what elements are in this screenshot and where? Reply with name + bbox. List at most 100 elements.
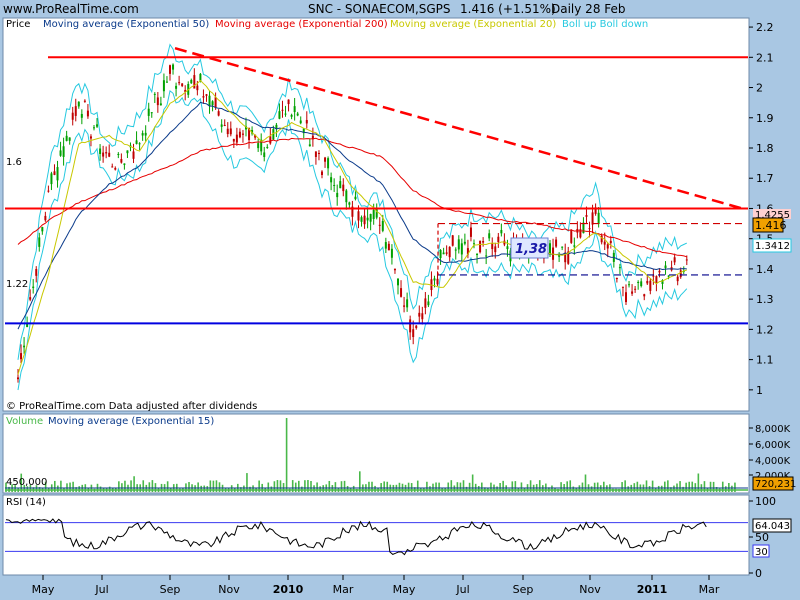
price-candle-body [673, 257, 676, 263]
price-candle-body [460, 243, 463, 255]
price-candle-body [305, 119, 308, 124]
price-candle-body [451, 235, 454, 246]
svg-text:64.043: 64.043 [755, 521, 790, 532]
price-candle-body [397, 278, 399, 286]
time-tick-label: Nov [579, 583, 601, 596]
price-candle-body [29, 297, 32, 300]
price-candle-body [241, 133, 244, 135]
price-candle-body [162, 80, 165, 92]
price-candle-body [102, 152, 105, 157]
price-candle-body [208, 95, 211, 106]
price-candle-body [238, 131, 241, 138]
last-price-change: 1.416 (+1.51%) [460, 2, 556, 16]
price-candle-body [348, 202, 351, 205]
price-candle-body [71, 112, 74, 120]
price-candle-body [44, 215, 47, 221]
price-tick-label: 1.8 [756, 142, 774, 155]
price-candle-body [637, 281, 640, 283]
price-candle-body [363, 215, 366, 225]
price-candle-body [138, 143, 141, 145]
price-candle-body [150, 112, 153, 114]
price-tick-label: 1.9 [756, 112, 774, 125]
price-candle-body [68, 137, 71, 141]
price-candle-body [482, 241, 485, 243]
price-candle-body [93, 127, 95, 129]
price-candle-body [360, 217, 363, 222]
price-candle-body [494, 246, 497, 253]
price-candle-body [628, 284, 631, 286]
price-candle-body [640, 281, 643, 287]
price-candle-body [257, 143, 260, 149]
svg-text:Moving average (Exponential 15: Moving average (Exponential 15) [48, 416, 214, 427]
price-candle-body [393, 268, 396, 271]
price-candle-body [169, 65, 171, 74]
price-candle-body [658, 270, 661, 273]
support-label: 1.22 [6, 279, 28, 290]
price-candle-body [488, 233, 491, 239]
price-candle-body [293, 106, 296, 113]
price-candle-body [345, 190, 348, 203]
price-candle-body [266, 146, 269, 148]
price-candle-body [357, 211, 360, 221]
price-candle-body [421, 313, 424, 320]
svg-text:Boll middle (20,2): Boll middle (20,2) [648, 19, 737, 30]
price-candle-body [299, 120, 302, 124]
price-candle-body [582, 222, 585, 234]
price-candle-body [378, 224, 381, 226]
price-candle-body [369, 214, 372, 222]
price-candle-body [20, 353, 23, 360]
price-candle-body [135, 140, 138, 144]
price-candle-body [17, 377, 19, 380]
svg-text:Moving average (Exponential 20: Moving average (Exponential 20) [390, 19, 556, 30]
resistance-label: 1.6 [6, 157, 22, 168]
price-candle-body [114, 167, 117, 170]
svg-text:720,231: 720,231 [755, 479, 796, 490]
svg-text:30: 30 [755, 547, 768, 558]
price-tick-label: 1 [756, 384, 763, 397]
price-candle-body [178, 82, 181, 84]
svg-text:Moving average (Exponential 50: Moving average (Exponential 50) [43, 19, 209, 30]
brand-name[interactable]: www.ProRealTime.com [3, 2, 139, 16]
price-candle-body [117, 153, 120, 155]
price-last-tags: 1.4255 1.416 1.3412 [752, 209, 792, 253]
price-candle-body [448, 246, 451, 258]
price-candle-body [147, 108, 150, 116]
price-candle-body [439, 250, 442, 258]
price-candle-body [193, 75, 196, 89]
price-candle-body [679, 270, 682, 278]
price-candle-body [436, 278, 439, 285]
price-candle-body [214, 97, 217, 108]
price-candle-body [80, 113, 83, 118]
price-candle-body [38, 237, 41, 247]
svg-text:Price: Price [6, 19, 30, 30]
price-candle-body [105, 152, 108, 154]
price-candle-body [123, 163, 126, 165]
price-candle-body [491, 243, 494, 250]
price-legend: Price Moving average (Exponential 50) Mo… [6, 19, 737, 30]
price-candle-body [190, 79, 193, 84]
price-candle-body [220, 124, 223, 127]
time-tick-label: Sep [160, 583, 181, 596]
price-candle-body [500, 229, 503, 234]
svg-text:1.416: 1.416 [755, 219, 787, 232]
price-candle-body [618, 267, 621, 269]
rsi-panel[interactable] [2, 494, 750, 576]
price-candle-body [53, 171, 56, 175]
svg-text:8,000K: 8,000K [755, 424, 791, 435]
price-candle-body [646, 280, 649, 284]
price-candle-body [643, 294, 646, 297]
svg-text:0: 0 [755, 567, 762, 580]
svg-text:1.3412: 1.3412 [755, 241, 790, 252]
price-candle-body [269, 136, 272, 144]
price-candle-body [74, 106, 77, 116]
rsi-axis: 100 50 0 64.043 30 [749, 495, 792, 580]
svg-text:100: 100 [755, 495, 776, 508]
price-candle-body [226, 128, 229, 135]
price-candle-body [32, 286, 35, 288]
price-axis: 2.22.121.91.81.71.61.51.41.31.21.11 [749, 21, 774, 397]
price-candle-body [573, 245, 576, 247]
price-candle-body [603, 241, 606, 245]
price-candle-body [126, 150, 129, 154]
price-candle-body [409, 319, 412, 333]
price-candle-body [41, 227, 44, 232]
